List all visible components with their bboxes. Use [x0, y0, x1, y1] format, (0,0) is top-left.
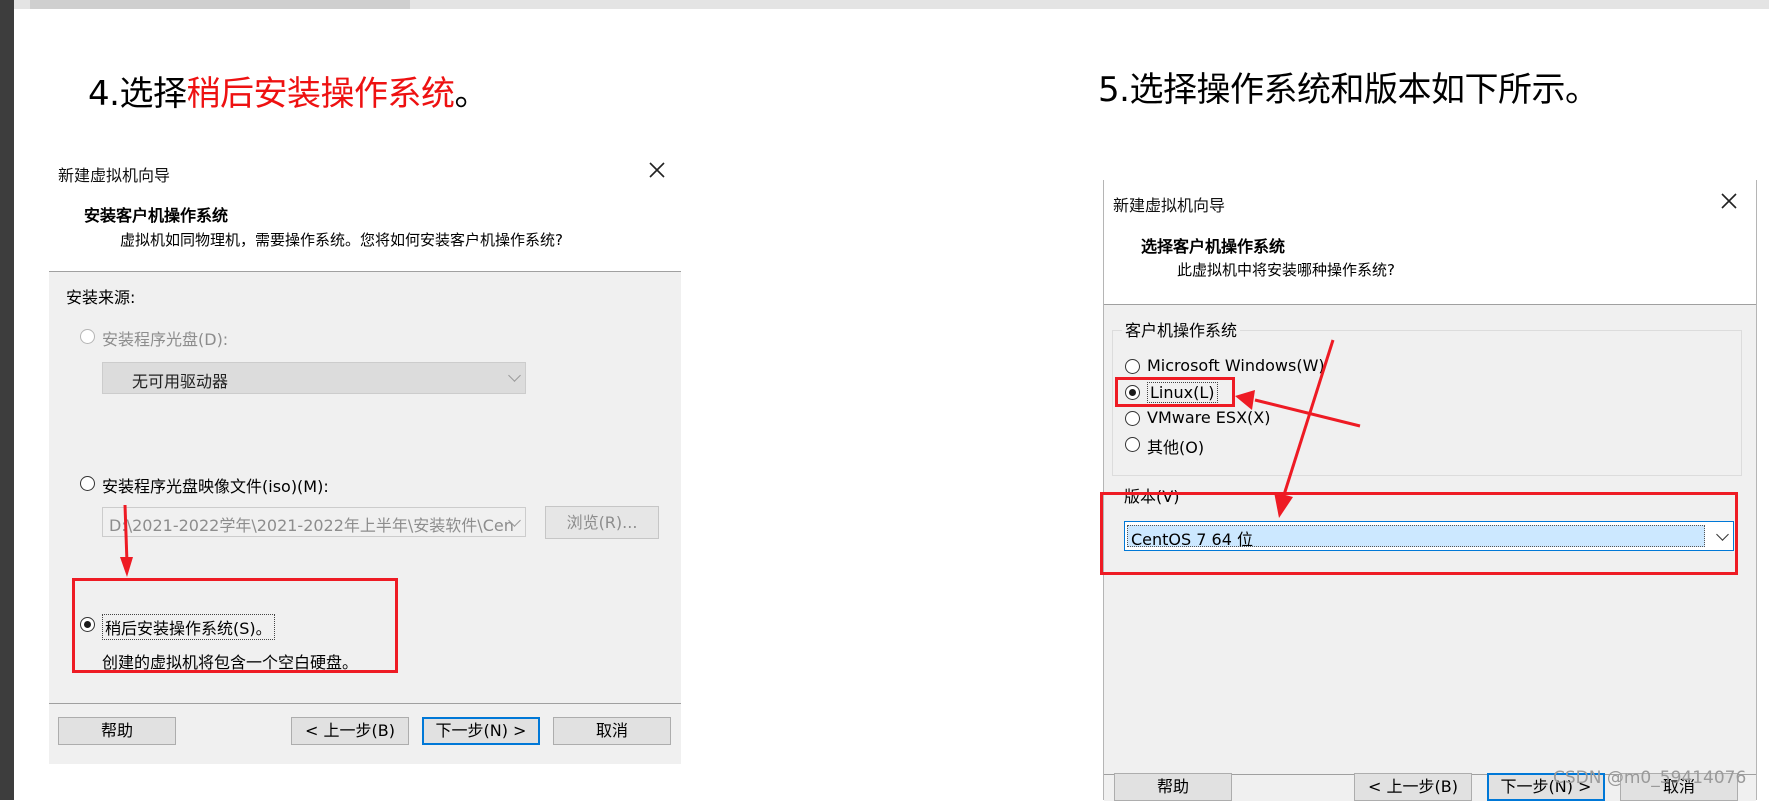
close-icon[interactable] — [646, 159, 668, 181]
slide-edge-bar — [0, 0, 14, 800]
help-button[interactable]: 帮助 — [1114, 773, 1232, 801]
help-button[interactable]: 帮助 — [58, 717, 176, 745]
close-icon[interactable] — [1718, 190, 1740, 212]
os-esx-radio[interactable] — [1125, 411, 1140, 426]
os-other-radio[interactable] — [1125, 437, 1140, 452]
iso-path-combo[interactable]: D:\2021-2022学年\2021-2022年上半年\安装软件\Cen — [102, 507, 526, 537]
step5-heading: 5.选择操作系统和版本如下所示。 — [1098, 70, 1599, 110]
annotation-linux-box — [1115, 377, 1235, 407]
browse-button[interactable]: 浏览(R)... — [545, 506, 659, 539]
step4-heading-highlight: 稍后安装操作系统 — [186, 74, 455, 114]
slide-top-band-highlight — [30, 0, 410, 9]
new-vm-wizard-dialog-select-os: 新建虚拟机向导 选择客户机操作系统 此虚拟机中将安装哪种操作系统? 客户机操作系… — [1103, 180, 1757, 801]
disc-drive-value: 无可用驱动器 — [132, 372, 229, 391]
install-disc-label: 安装程序光盘(D): — [102, 330, 229, 349]
annotation-arrows-icon — [1235, 339, 1361, 518]
cancel-button[interactable]: 取消 — [553, 717, 671, 745]
install-source-label: 安装来源: — [66, 288, 136, 307]
page-header-title: 选择客户机操作系统 — [1141, 237, 1286, 256]
step4-heading-suffix: 。 — [454, 74, 488, 114]
iso-path-value: D:\2021-2022学年\2021-2022年上半年\安装软件\Cen — [109, 516, 514, 535]
os-other-label: 其他(O) — [1147, 438, 1205, 457]
page-header-subtitle: 虚拟机如同物理机，需要操作系统。您将如何安装客户机操作系统? — [120, 231, 563, 249]
annotation-arrow-icon — [120, 505, 133, 577]
install-disc-radio[interactable] — [80, 329, 95, 344]
chevron-down-icon — [508, 369, 521, 382]
step4-heading: 4.选择稍后安装操作系统。 — [88, 66, 488, 115]
install-iso-label: 安装程序光盘映像文件(iso)(M): — [102, 477, 329, 496]
step4-heading-prefix: 4.选择 — [88, 74, 187, 114]
annotation-highlight-box — [72, 578, 398, 673]
page-header-subtitle: 此虚拟机中将安装哪种操作系统? — [1177, 261, 1395, 279]
dialog-title: 新建虚拟机向导 — [58, 166, 171, 185]
watermark: CSDN @m0_59414076 — [1553, 768, 1747, 788]
dialog-title: 新建虚拟机向导 — [1113, 196, 1226, 215]
back-button[interactable]: < 上一步(B) — [291, 717, 409, 745]
annotation-version-box — [1100, 492, 1738, 575]
disc-drive-select[interactable]: 无可用驱动器 — [102, 362, 526, 394]
install-iso-radio[interactable] — [80, 476, 95, 491]
guest-os-group-label: 客户机操作系统 — [1122, 317, 1241, 341]
os-windows-radio[interactable] — [1125, 359, 1140, 374]
back-button[interactable]: < 上一步(B) — [1354, 773, 1472, 801]
next-button[interactable]: 下一步(N) > — [422, 717, 540, 745]
dialog-footer: 帮助 < 上一步(B) 下一步(N) > 取消 — [49, 704, 681, 764]
page-header-title: 安装客户机操作系统 — [84, 206, 229, 225]
